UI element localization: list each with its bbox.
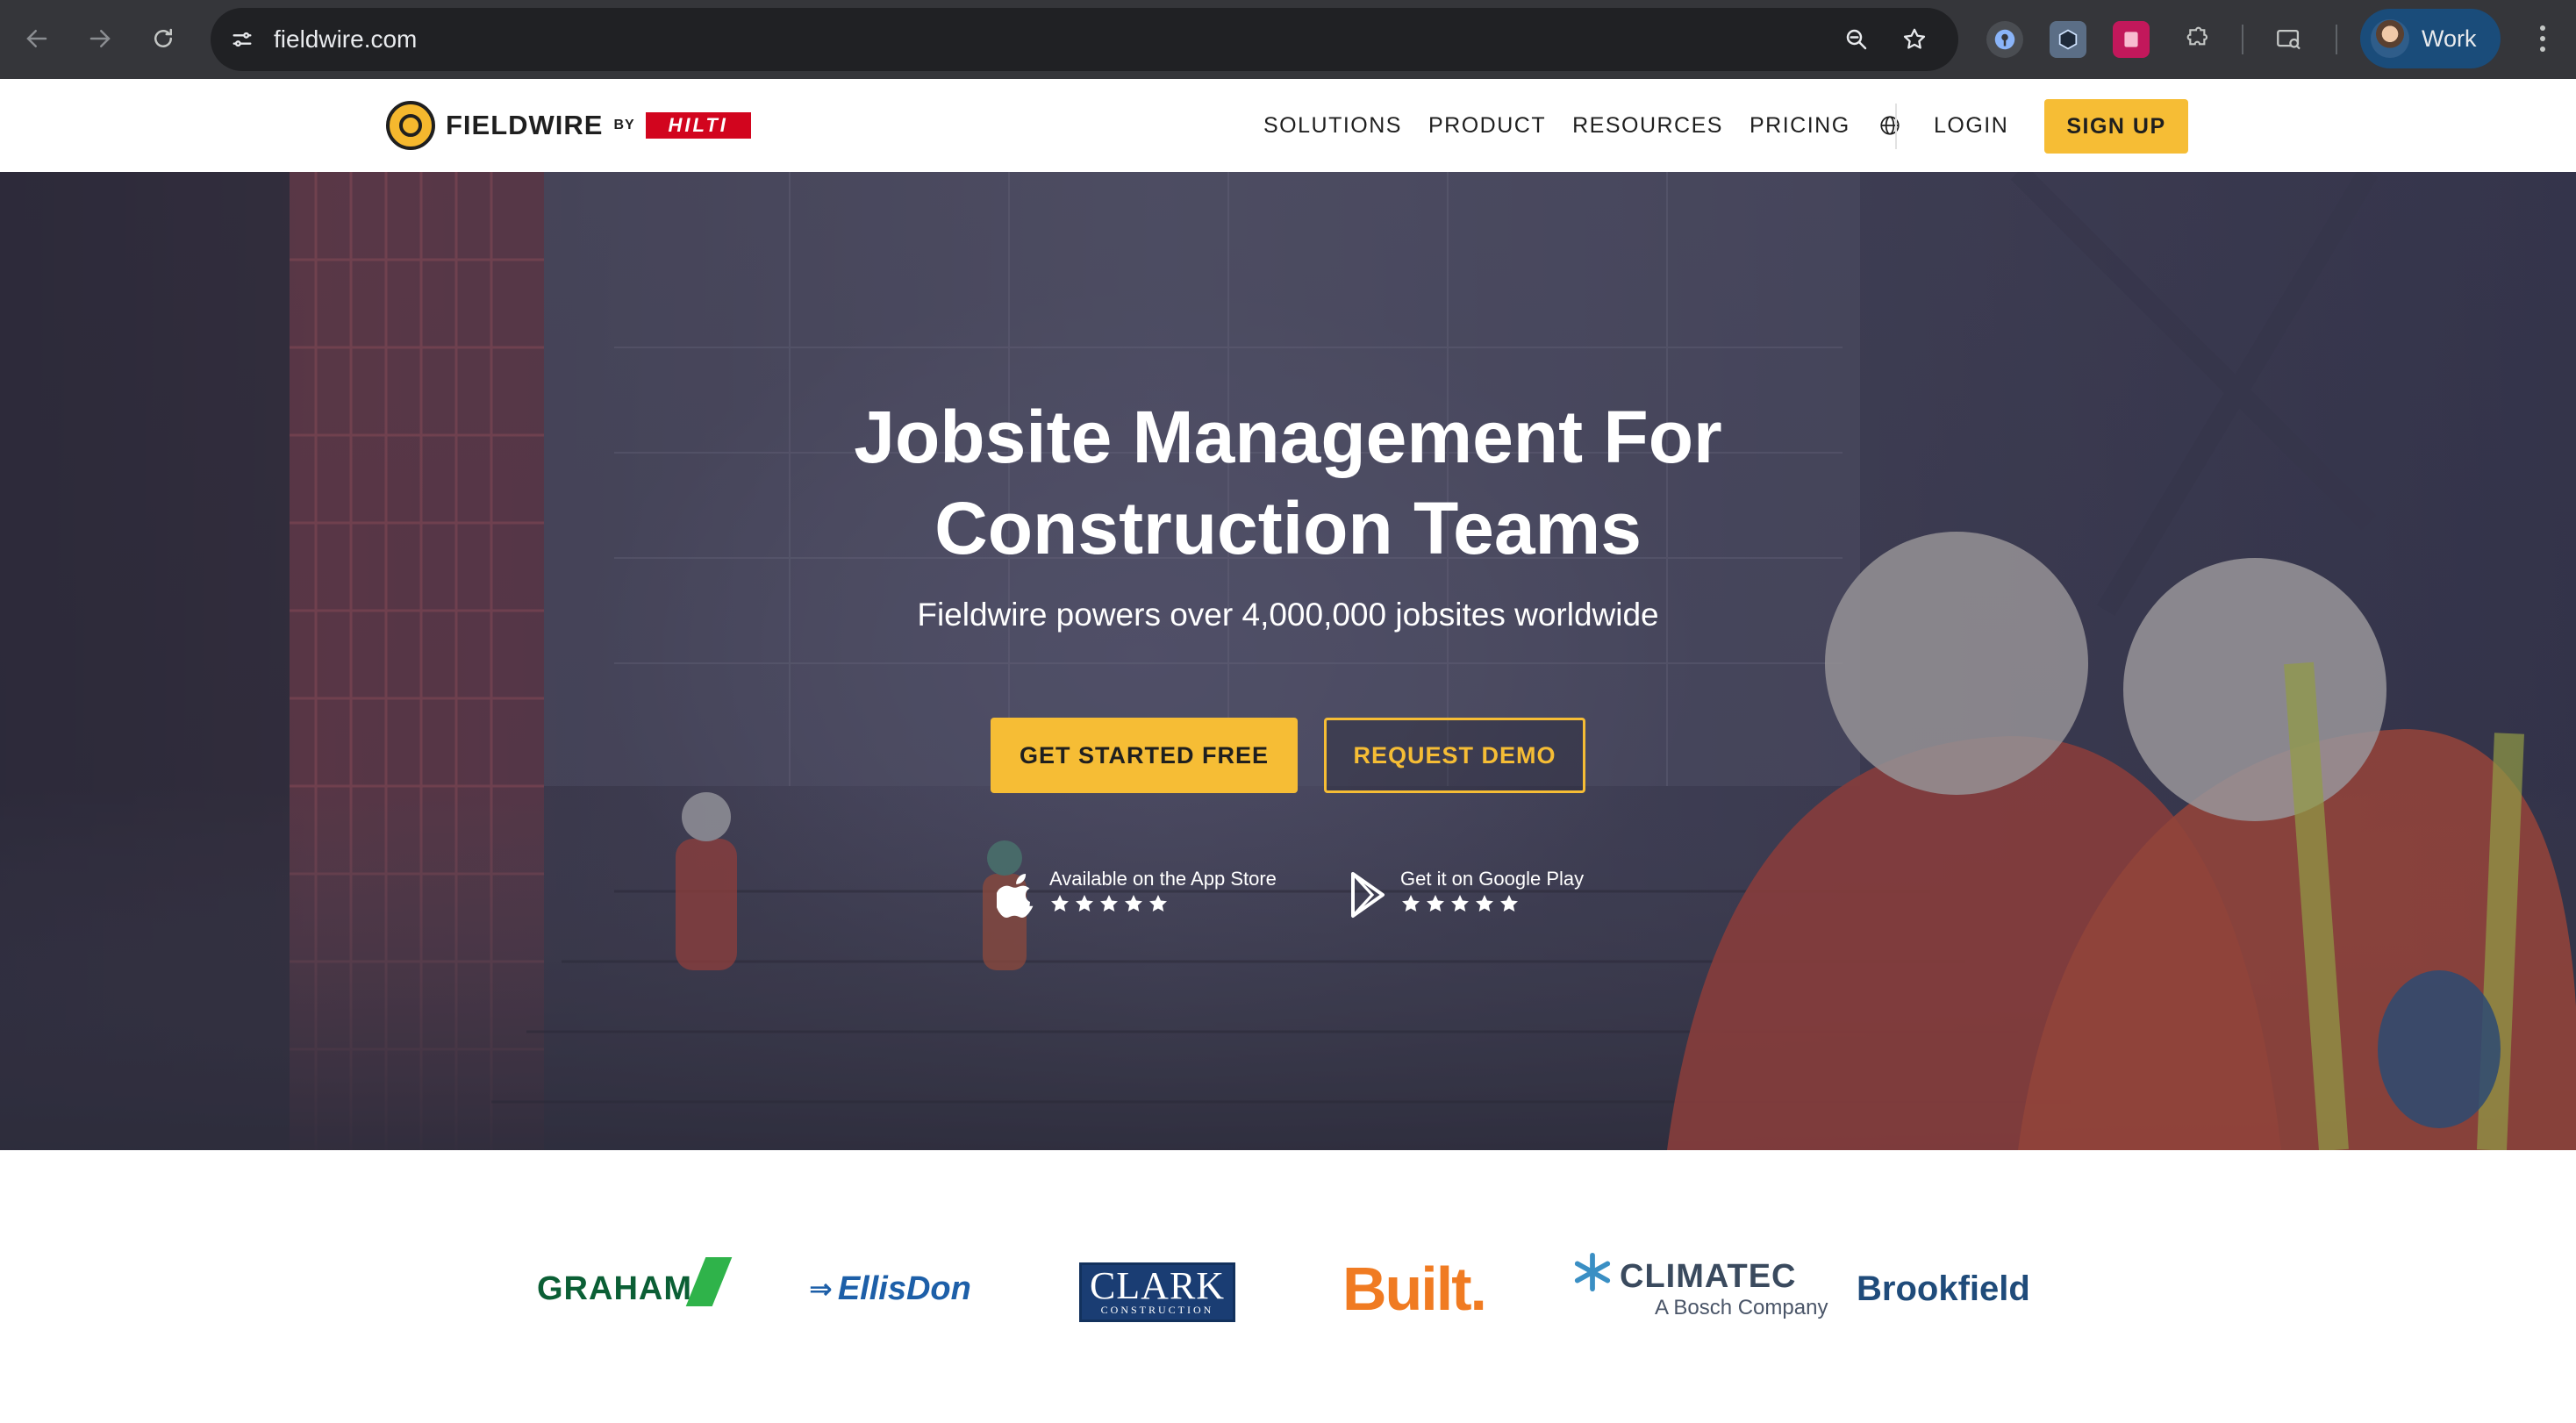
request-demo-button[interactable]: REQUEST DEMO [1324, 718, 1585, 793]
zoom-button[interactable] [1839, 22, 1874, 57]
tab-search-button[interactable] [2271, 21, 2308, 58]
extension-mark-icon [2124, 32, 2138, 47]
dot-icon [2540, 25, 2545, 31]
back-button[interactable] [18, 19, 56, 58]
puzzle-icon [2186, 26, 2207, 46]
forward-button[interactable] [81, 19, 119, 58]
tune-icon [233, 32, 252, 47]
logo-word: FIELDWIRE [446, 110, 604, 140]
hero-title: Jobsite Management For Construction Team… [0, 391, 2576, 574]
reload-button[interactable] [144, 19, 182, 58]
star-icon [1476, 895, 1493, 912]
star-icon [1500, 895, 1518, 912]
logo-by: BY [613, 118, 635, 132]
extension-cube-button[interactable] [2050, 21, 2086, 58]
login-link[interactable]: LOGIN [1934, 79, 2008, 172]
get-started-button[interactable]: GET STARTED FREE [991, 718, 1298, 793]
star-icon [1076, 895, 1093, 912]
google-play-rating [1400, 893, 1584, 914]
star-icon [1427, 895, 1444, 912]
browser-menu-button[interactable] [2527, 19, 2558, 58]
profile-label: Work [2422, 25, 2477, 52]
hero-title-line1: Jobsite Management For [854, 396, 1722, 478]
star-outline-icon [1903, 28, 1926, 49]
signup-button[interactable]: SIGN UP [2044, 99, 2188, 154]
hilti-logo: HILTI [645, 112, 751, 139]
dot-icon [2540, 36, 2545, 41]
graham-logo: GRAHAM [537, 1254, 733, 1324]
site-header: FIELDWIRE BY HILTI SOLUTIONS PRODUCT RES… [0, 79, 2576, 172]
extensions-menu-button[interactable] [2178, 21, 2215, 58]
nav-product[interactable]: PRODUCT [1428, 113, 1546, 139]
extension-password-button[interactable] [1986, 21, 2023, 58]
google-play-icon [1351, 872, 1385, 918]
dot-icon [2540, 46, 2545, 52]
star-icon [1100, 895, 1118, 912]
password-manager-icon [1994, 29, 2015, 50]
hero-section: Jobsite Management For Construction Team… [0, 172, 2576, 1150]
client-logos: GRAHAM ⇒ EllisDon CLARK CONSTRUCTION Buil… [0, 1150, 2576, 1423]
nav-solutions[interactable]: SOLUTIONS [1263, 113, 1402, 139]
site-info-button[interactable] [223, 20, 261, 59]
globe-icon[interactable] [1878, 114, 1901, 137]
profile-button[interactable]: Work [2360, 9, 2501, 68]
ellisdon-logo: ⇒ EllisDon [809, 1269, 971, 1307]
nav-pricing[interactable]: PRICING [1750, 113, 1850, 139]
toolbar-separator [2242, 25, 2243, 54]
star-icon [1402, 895, 1420, 912]
brookfield-logo: Brookfield [1857, 1269, 2030, 1308]
hero-subtitle: Fieldwire powers over 4,000,000 jobsites… [917, 597, 1659, 633]
avatar [2371, 19, 2409, 58]
hero-background-image [0, 172, 2576, 1150]
hero-title-line2: Construction Teams [934, 487, 1642, 569]
reload-icon [154, 28, 172, 47]
fieldwire-logo-link[interactable]: FIELDWIRE BY HILTI [386, 100, 751, 151]
app-store-label: Available on the App Store [1049, 868, 1277, 890]
star-icon [1149, 895, 1167, 912]
nav-resources[interactable]: RESOURCES [1572, 113, 1723, 139]
star-icon [1051, 895, 1069, 912]
climatec-mark-icon [1574, 1252, 1611, 1292]
cube-icon [2058, 29, 2078, 50]
star-icon [1451, 895, 1469, 912]
window-search-icon [2277, 29, 2301, 50]
toolbar-separator [2336, 25, 2337, 54]
url-text[interactable]: fieldwire.com [274, 8, 417, 71]
zoom-icon [1846, 29, 1867, 50]
clark-construction-logo: CLARK CONSTRUCTION [1079, 1262, 1235, 1322]
climatec-logo: CLIMATEC A Bosch Company [1572, 1247, 1828, 1331]
ellisdon-mark-icon: ⇒ [809, 1273, 833, 1305]
extension-pink-button[interactable] [2113, 21, 2150, 58]
fieldwire-helmet-icon [386, 101, 435, 150]
star-icon [1125, 895, 1142, 912]
apple-icon [997, 874, 1034, 918]
google-play-label: Get it on Google Play [1400, 868, 1585, 890]
built-logo: Built. [1342, 1255, 1487, 1323]
app-store-link[interactable]: Available on the App Store [997, 867, 1277, 928]
app-store-rating [1049, 893, 1277, 914]
nav-divider [1895, 104, 1897, 149]
bookmark-button[interactable] [1897, 22, 1932, 57]
address-bar[interactable]: fieldwire.com [211, 8, 1958, 71]
arrow-right-icon [89, 30, 111, 47]
browser-toolbar: fieldwire.com Work [0, 0, 2576, 79]
main-nav: SOLUTIONS PRODUCT RESOURCES PRICING [1263, 79, 1901, 172]
google-play-link[interactable]: Get it on Google Play [1348, 867, 1584, 928]
arrow-left-icon [26, 30, 47, 47]
